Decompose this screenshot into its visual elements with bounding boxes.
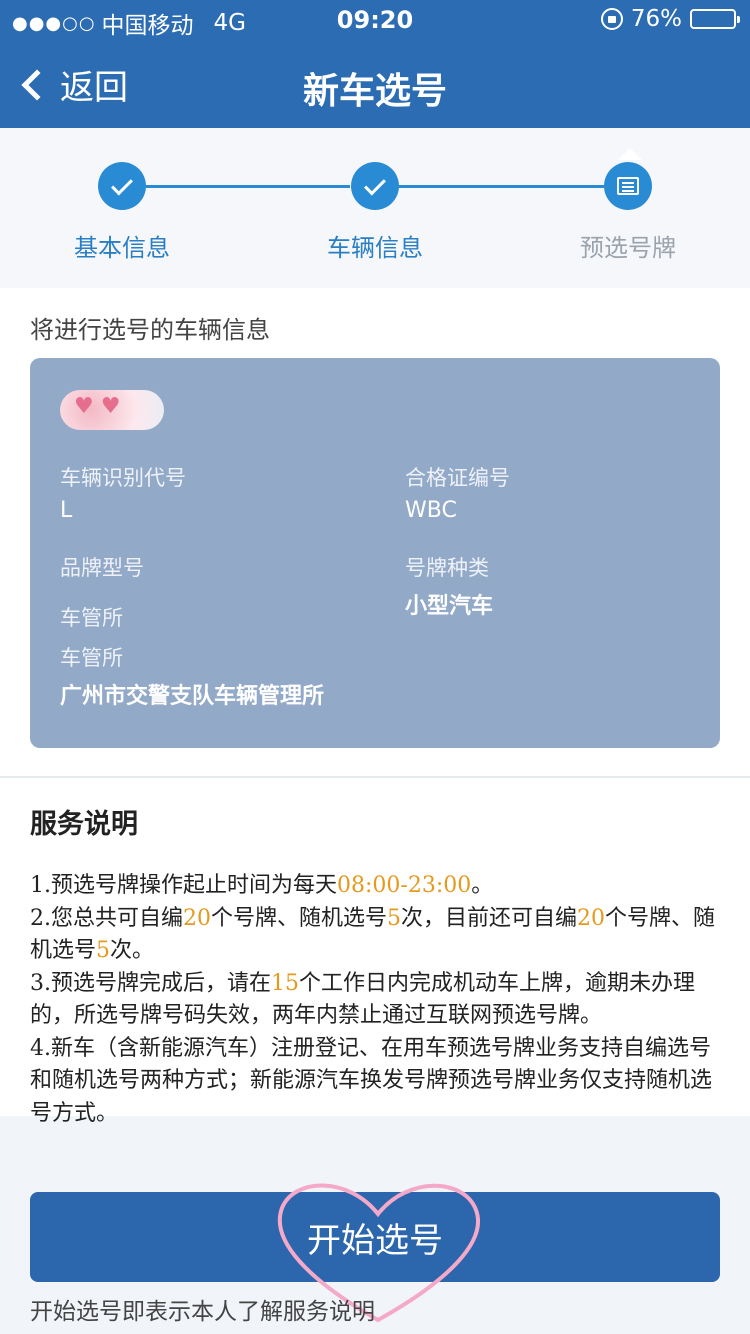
current-step-pointer [618,148,642,160]
battery-percent: 76% [630,6,682,32]
plate-type-label: 号牌种类 [405,556,489,580]
consent-note: 开始选号即表示本人了解服务说明 [30,1299,375,1325]
list-item: 2.您总共可自编20个号牌、随机选号5次，目前还可自编20个号牌、随机选号5次。 [30,905,716,964]
step-plate-preselect: 预选号牌 [548,162,708,263]
vehicle-info-card: 车辆识别代号 L 合格证编号 WBC 品牌型号 号牌种类 小型汽车 车管所 车管… [30,358,720,748]
battery-icon [690,9,740,29]
document-icon [617,177,639,195]
redacted-owner-name [60,390,164,430]
check-icon [364,173,386,195]
step-status-badge [98,162,146,210]
step-label: 预选号牌 [580,234,676,262]
list-item: 3.预选号牌完成后，请在15个工作日内完成机动车上牌，逾期未办理的，所选号牌号码… [30,970,696,1029]
service-description: 服务说明 1.预选号牌操作起止时间为每天08:00-23:00。 2.您总共可自… [0,778,750,1126]
certificate-number-value: WBC [405,498,457,523]
vehicle-office-value: 广州市交警支队车辆管理所 [60,684,325,709]
vin-label: 车辆识别代号 [60,466,186,490]
vehicle-office-label: 车管所 [60,646,123,670]
list-item: 1.预选号牌操作起止时间为每天08:00-23:00。 [30,873,494,898]
brand-model-label: 品牌型号 [60,556,144,580]
plate-type-value: 小型汽车 [405,594,494,619]
navigation-bar: 返回 新车选号 [0,40,750,128]
vin-value: L [60,498,73,523]
rotation-lock-icon [600,8,623,30]
step-status-badge [604,162,652,210]
section-title: 将进行选号的车辆信息 [30,316,270,344]
step-basic-info: 基本信息 [42,162,202,263]
page-title: 新车选号 [302,71,447,112]
vehicle-info-panel: 将进行选号的车辆信息 车辆识别代号 L 合格证编号 WBC 品牌型号 号牌种类 … [0,288,750,776]
check-icon [111,173,133,195]
start-selection-button[interactable]: 开始选号 [30,1192,720,1282]
list-item: 4.新车（含新能源汽车）注册登记、在用车预选号牌业务支持自编选号和随机选号两种方… [30,1035,713,1126]
service-title: 服务说明 [30,809,138,840]
app-header: ●●●○○ 中国移动 4G 09:20 76% 返回 新车选号 [0,0,750,128]
step-status-badge [351,162,399,210]
certificate-number-label: 合格证编号 [405,466,510,490]
service-notes-list: 1.预选号牌操作起止时间为每天08:00-23:00。 2.您总共可自编20个号… [30,870,720,1130]
status-bar: ●●●○○ 中国移动 4G 09:20 76% [0,0,750,40]
step-label: 基本信息 [74,234,170,262]
vehicle-office-label: 车管所 [60,606,123,630]
step-vehicle-info: 车辆信息 [295,162,455,263]
step-label: 车辆信息 [327,234,423,262]
